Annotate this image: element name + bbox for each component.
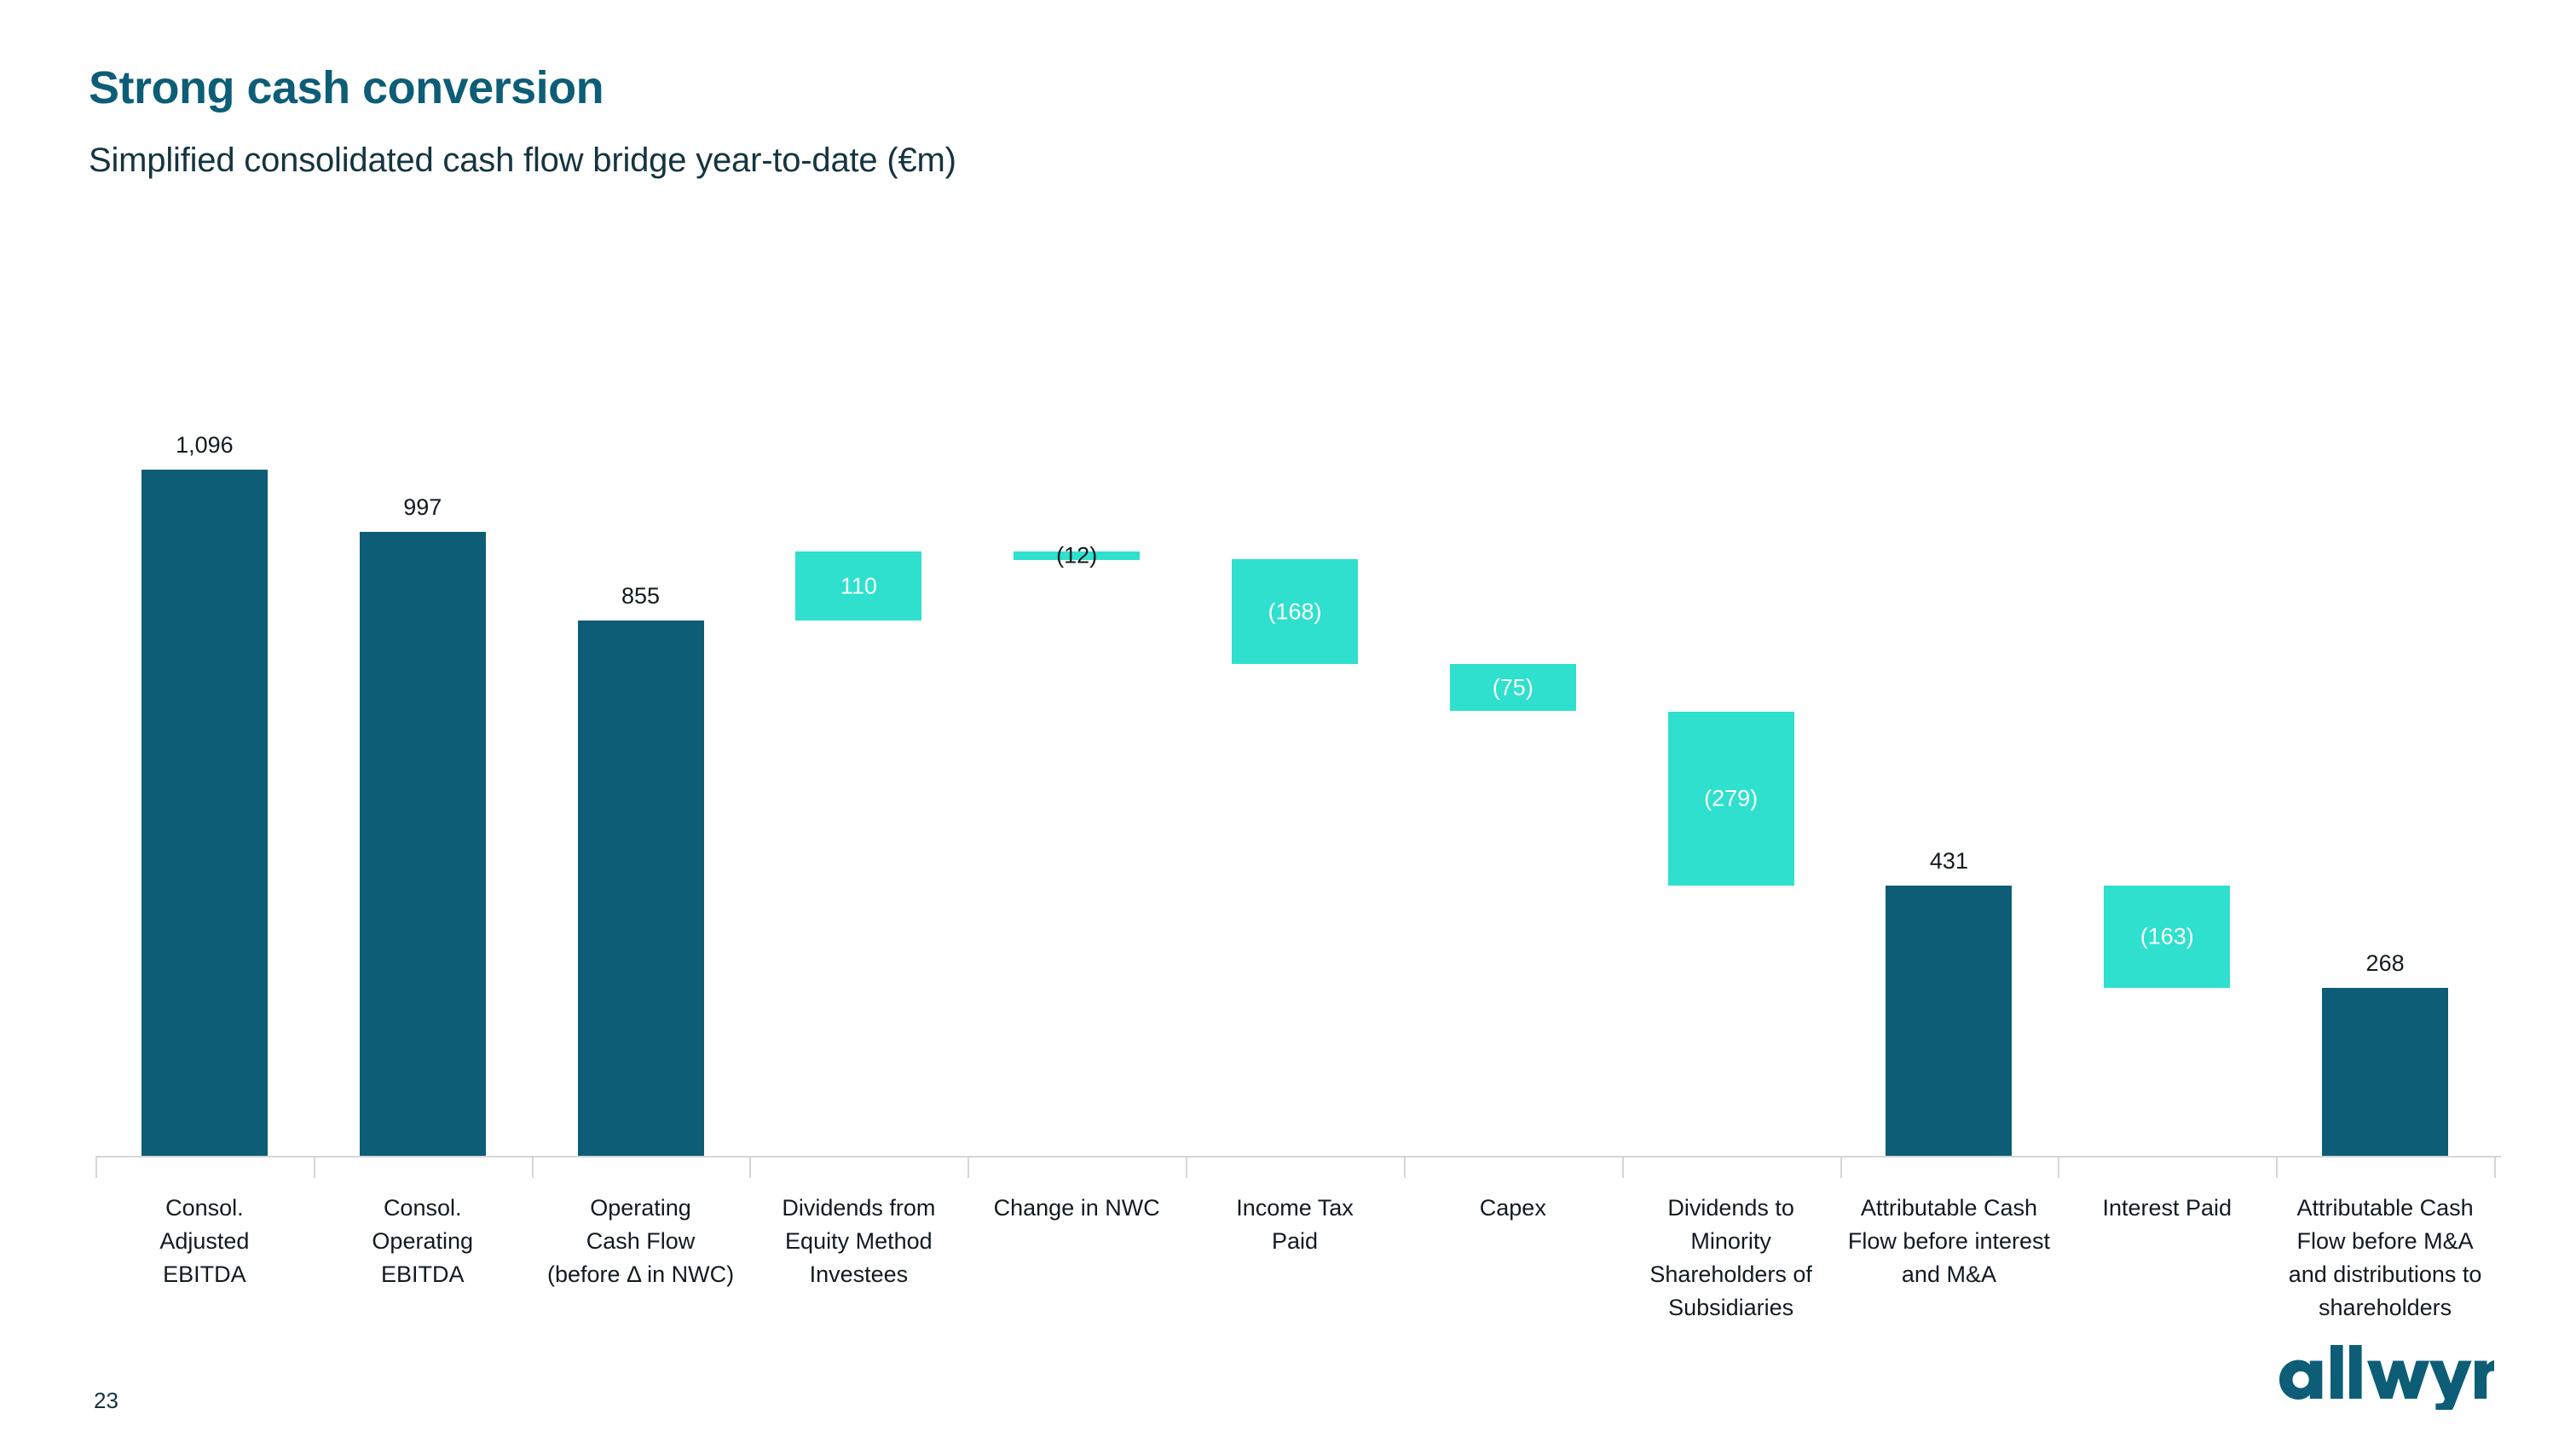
waterfall-column: 110 Dividends from Equity Method Investees <box>749 281 967 1287</box>
waterfall-column: 997 Consol. Operating EBITDA <box>314 281 532 1287</box>
category-label-line: and M&A <box>1901 1261 1996 1287</box>
category-label-line: Operating <box>372 1228 473 1254</box>
slide-root: Strong cash conversion Simplified consol… <box>0 0 2576 1449</box>
waterfall-column: (279) Dividends to Minority Shareholders of… <box>1622 281 1840 1320</box>
category-label-line: Cash Flow <box>586 1228 696 1254</box>
x-axis-category-label: Income Tax Paid <box>1188 1192 1401 1258</box>
waterfall-chart: 1,096 Consol. Adjusted EBITDA 997 Consol. Oper… <box>89 281 2501 1320</box>
bar-value-label: (279) <box>1704 785 1759 811</box>
category-label-line: Flow before interest <box>1847 1228 2050 1254</box>
category-label-line: Change in NWC <box>993 1195 1160 1221</box>
x-axis-tick <box>2494 1156 2496 1178</box>
category-label-line: EBITDA <box>163 1261 246 1287</box>
bar-value-label: 1,096 <box>176 431 234 458</box>
bar-value-label: 855 <box>621 583 661 609</box>
bar-value-label: 431 <box>1929 848 1968 875</box>
category-label-line: Capex <box>1479 1195 1546 1221</box>
x-axis-category-label: Capex <box>1406 1192 1620 1225</box>
x-axis-category-label: Operating Cash Flow (before Δ in NWC) <box>534 1192 748 1291</box>
waterfall-column: 855 Operating Cash Flow (before Δ in NWC) <box>532 281 750 1287</box>
waterfall-bar-total[interactable] <box>1886 886 2013 1156</box>
category-label-line: Paid <box>1271 1228 1318 1254</box>
x-axis-tick <box>1621 1156 1624 1178</box>
allwyn-logo <box>2271 1345 2511 1414</box>
category-label-line: Consol. <box>165 1195 244 1221</box>
waterfall-column: (168) Income Tax Paid <box>1186 281 1404 1254</box>
category-label-line: Dividends to <box>1667 1195 1794 1221</box>
category-label-line: Investees <box>809 1261 909 1287</box>
x-axis-category-label: Interest Paid <box>2060 1192 2273 1225</box>
waterfall-column: 1,096 Consol. Adjusted EBITDA <box>95 281 314 1287</box>
category-label-line: Shareholders of <box>1649 1261 1812 1287</box>
category-label-line: Consol. <box>383 1195 462 1221</box>
category-label-line: Subsidiaries <box>1668 1295 1794 1320</box>
waterfall-column: (12) Change in NWC <box>967 281 1186 1221</box>
x-axis-tick <box>2276 1156 2279 1178</box>
waterfall-column: (75) Capex <box>1404 281 1622 1221</box>
bar-value-label: (75) <box>1492 674 1533 701</box>
x-axis-category-label: Dividends to Minority Shareholders of Subsi… <box>1625 1192 1838 1325</box>
x-axis-tick <box>1403 1156 1406 1178</box>
x-axis-category-label: Consol. Operating EBITDA <box>316 1192 529 1291</box>
x-axis-tick <box>1840 1156 1842 1178</box>
page-number: 23 <box>94 1388 118 1413</box>
x-axis-category-label: Attributable Cash Flow before M&A and dist… <box>2279 1192 2492 1325</box>
category-label-line: and distributions to <box>2288 1261 2482 1287</box>
waterfall-bar-total[interactable] <box>141 469 268 1156</box>
category-label-line: Minority <box>1690 1228 1771 1254</box>
category-label-line: Equity Method <box>785 1228 933 1254</box>
x-axis-tick <box>749 1156 752 1178</box>
x-axis-category-label: Dividends from Equity Method Investees <box>752 1192 965 1291</box>
category-label-line: (before Δ in NWC) <box>546 1261 735 1287</box>
waterfall-column: 268 Attributable Cash Flow before M&A and d… <box>2276 281 2494 1320</box>
bar-value-label: 997 <box>403 494 442 520</box>
category-label-line: Interest Paid <box>2102 1195 2232 1221</box>
category-label-line: Flow before M&A <box>2296 1228 2474 1254</box>
waterfall-bar-total[interactable] <box>359 531 486 1156</box>
x-axis-category-label: Consol. Adjusted EBITDA <box>98 1192 311 1291</box>
x-axis-line <box>95 1156 2501 1157</box>
bar-value-label: (163) <box>2140 923 2194 950</box>
bar-value-label: (12) <box>1056 542 1098 569</box>
waterfall-bar-total[interactable] <box>2322 988 2449 1156</box>
x-axis-tick <box>2058 1156 2060 1178</box>
page-title: Strong cash conversion <box>89 62 604 113</box>
category-label-line: Income Tax <box>1236 1195 1354 1221</box>
bar-value-label: (168) <box>1268 598 1322 625</box>
page-subtitle: Simplified consolidated cash flow bridge… <box>89 141 956 179</box>
x-axis-tick <box>531 1156 534 1178</box>
category-label-line: shareholders <box>2319 1295 2452 1320</box>
category-label-line: EBITDA <box>380 1261 465 1287</box>
x-axis-tick <box>1186 1156 1188 1178</box>
x-axis-tick <box>313 1156 315 1178</box>
x-axis-tick <box>95 1156 97 1178</box>
x-axis-category-label: Attributable Cash Flow before interest and… <box>1842 1192 2055 1291</box>
category-label-line: Adjusted <box>159 1228 250 1254</box>
category-label-line: Dividends from <box>782 1195 936 1221</box>
category-label-line: Attributable Cash <box>1860 1195 2037 1221</box>
x-axis-category-label: Change in NWC <box>970 1192 1183 1225</box>
x-axis-tick <box>967 1156 970 1178</box>
bar-value-label: 110 <box>840 573 877 599</box>
category-label-line: Operating <box>590 1195 691 1221</box>
waterfall-bar-total[interactable] <box>577 621 704 1156</box>
waterfall-column: (163) Interest Paid <box>2058 281 2276 1221</box>
waterfall-column: 431 Attributable Cash Flow before interest… <box>1840 281 2059 1287</box>
category-label-line: Attributable Cash <box>2296 1195 2474 1221</box>
bar-value-label: 268 <box>2365 950 2405 977</box>
